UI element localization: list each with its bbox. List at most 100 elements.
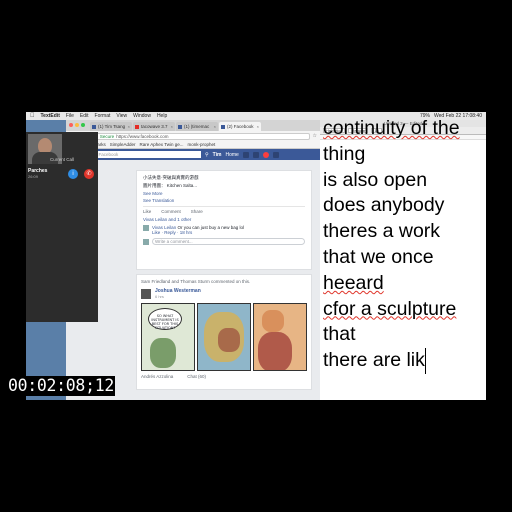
friend-requests-icon[interactable]: [242, 151, 249, 158]
facebook-favicon-icon: [178, 124, 182, 129]
text-line: thing: [323, 142, 366, 165]
profile-link[interactable]: Tim: [213, 152, 222, 158]
close-tab-icon[interactable]: ×: [171, 124, 173, 129]
comic-figure: [262, 310, 284, 332]
help-icon[interactable]: [272, 151, 279, 158]
text-line: is also open: [323, 168, 428, 191]
document-text-area[interactable]: continuity of the thing is also open doe…: [323, 120, 483, 374]
call-info-button[interactable]: i: [68, 169, 78, 179]
avatar: [143, 238, 149, 245]
text-line: does anybody: [323, 194, 445, 217]
home-link[interactable]: Home: [225, 152, 238, 158]
menu-status-area: 79% Wed Feb 22 17:08:40: [420, 113, 486, 119]
menu-edit[interactable]: Edit: [80, 113, 89, 119]
menu-clock[interactable]: Wed Feb 22 17:08:40: [434, 113, 482, 119]
tab-label: tacowave 3.7: [141, 124, 168, 129]
comic-panel: [197, 303, 251, 371]
tab-label: (1) Tim Tsang: [98, 124, 126, 129]
browser-tab[interactable]: (1) (timemac ×: [176, 122, 218, 131]
post-text: 圖片用圖： Kitchen Salta...: [143, 183, 198, 188]
see-translation-link[interactable]: See Translation: [143, 198, 305, 203]
browser-window: (1) Tim Tsang × tacowave 3.7 × (1) (timema…: [66, 120, 320, 400]
menu-format[interactable]: Format: [95, 113, 111, 119]
like-button[interactable]: Like: [143, 209, 151, 214]
avatar[interactable]: [141, 288, 151, 299]
textedit-window: Untitled 3 — Edited Helvetica Regular 18…: [320, 120, 486, 400]
facebook-favicon-icon: [92, 124, 96, 129]
facebook-search-input[interactable]: Search Facebook: [81, 151, 201, 158]
post-text: 小法失意·突破與真實的游戲: [143, 175, 199, 180]
post-activity-header: Sam Friedland and Thomas Sturm commented…: [141, 279, 251, 284]
battery-status[interactable]: 79%: [420, 113, 430, 119]
search-icon[interactable]: ⚲: [205, 152, 209, 158]
comic-figure: [218, 328, 240, 352]
comment-meta[interactable]: Like · Reply · 18 hrs: [152, 230, 244, 235]
close-tab-icon[interactable]: ×: [128, 124, 130, 129]
end-call-button[interactable]: ✆: [84, 169, 94, 179]
menu-help[interactable]: Help: [157, 113, 167, 119]
close-tab-icon[interactable]: ×: [214, 124, 216, 129]
mac-menu-bar:  TextEdit File Edit Format View Window …: [26, 112, 486, 120]
post-footer: Andrés Azzolina Chat (60): [141, 374, 307, 379]
zoom-window-icon[interactable]: [81, 123, 85, 127]
comic-figure: [150, 338, 176, 368]
comment-input[interactable]: Write a comment...: [152, 238, 305, 245]
text-line: that we once: [323, 245, 434, 268]
bookmarks-bar: Apps Bookmarks SimpleAdder Rare Aphex Tw…: [66, 141, 320, 149]
browser-tab-bar: (1) Tim Tsang × tacowave 3.7 × (1) (timema…: [66, 120, 320, 131]
see-more-link[interactable]: See More: [143, 191, 305, 196]
url-field[interactable]: ● Secure https://www.facebook.com: [92, 132, 310, 140]
secure-label: Secure: [99, 133, 115, 139]
close-window-icon[interactable]: [69, 123, 73, 127]
menu-window[interactable]: Window: [133, 113, 151, 119]
youtube-favicon-icon: [135, 124, 139, 129]
close-tab-icon[interactable]: ×: [257, 124, 259, 129]
browser-tab[interactable]: tacowave 3.7 ×: [133, 122, 175, 131]
video-timecode: 00:02:08;12: [7, 376, 115, 396]
text-line: cfor a sculpture: [323, 297, 457, 320]
text-line: heeard: [323, 271, 384, 294]
comic-panel: SO WHAT INSTRUMENT IS BEST FOR THIS SITU…: [141, 303, 195, 371]
messages-icon[interactable]: [252, 151, 259, 158]
menu-file[interactable]: File: [66, 113, 74, 119]
post-time[interactable]: 6 hrs: [155, 294, 201, 299]
tab-label: (1) (timemac: [184, 124, 210, 129]
facebook-header: f Search Facebook ⚲ Tim Home: [66, 149, 320, 160]
call-status: Current Call: [49, 157, 74, 162]
address-bar: ← → ↻ ● Secure https://www.facebook.com …: [66, 131, 320, 141]
comic-figure: [258, 332, 292, 370]
star-icon[interactable]: ☆: [313, 133, 317, 139]
speech-bubble: SO WHAT INSTRUMENT IS BEST FOR THIS SITU…: [148, 308, 182, 330]
window-controls: [69, 123, 85, 127]
menu-app-name[interactable]: TextEdit: [41, 113, 60, 119]
tab-label: (2) Facebook: [227, 124, 254, 129]
text-line: continuity of the: [323, 120, 460, 139]
avatar[interactable]: [143, 225, 149, 231]
reaction-user[interactable]: Andrés Azzolina: [141, 374, 173, 379]
call-duration: 26:09: [28, 174, 39, 179]
screen-recording:  TextEdit File Edit Format View Window …: [26, 112, 486, 400]
facebook-favicon-icon: [221, 124, 225, 129]
browser-tab-active[interactable]: (2) Facebook ×: [219, 122, 261, 131]
chat-button[interactable]: Chat (60): [187, 374, 206, 379]
likers-link[interactable]: Vivas Leilan and 1 other: [143, 217, 305, 222]
text-line: theres a work: [323, 220, 441, 243]
feed-post: Sam Friedland and Thomas Sturm commented…: [136, 274, 312, 390]
bookmark-item[interactable]: SimpleAdder: [110, 142, 136, 147]
news-feed: 小法失意·突破與真實的游戲 圖片用圖： Kitchen Salta... See…: [136, 170, 312, 394]
comic-image[interactable]: SO WHAT INSTRUMENT IS BEST FOR THIS SITU…: [141, 303, 307, 371]
post-author: Joshua Westerman 6 hrs: [141, 288, 307, 299]
call-widget: Current Call Parches 26:09 i ✆: [26, 132, 98, 322]
browser-tab[interactable]: (1) Tim Tsang ×: [90, 122, 132, 131]
notifications-icon[interactable]: [262, 151, 269, 158]
comic-panel: [253, 303, 307, 371]
menu-view[interactable]: View: [116, 113, 127, 119]
bookmark-item[interactable]: Rare Aphex Twin ge...: [140, 142, 184, 147]
apple-icon[interactable]: : [30, 113, 35, 119]
bookmark-item[interactable]: monk-prophet: [188, 142, 216, 147]
share-button[interactable]: Share: [191, 209, 203, 214]
post-actions: Like Comment Share: [143, 206, 305, 214]
minimize-window-icon[interactable]: [75, 123, 79, 127]
write-comment: Write a comment...: [143, 238, 305, 245]
comment-button[interactable]: Comment: [161, 209, 181, 214]
